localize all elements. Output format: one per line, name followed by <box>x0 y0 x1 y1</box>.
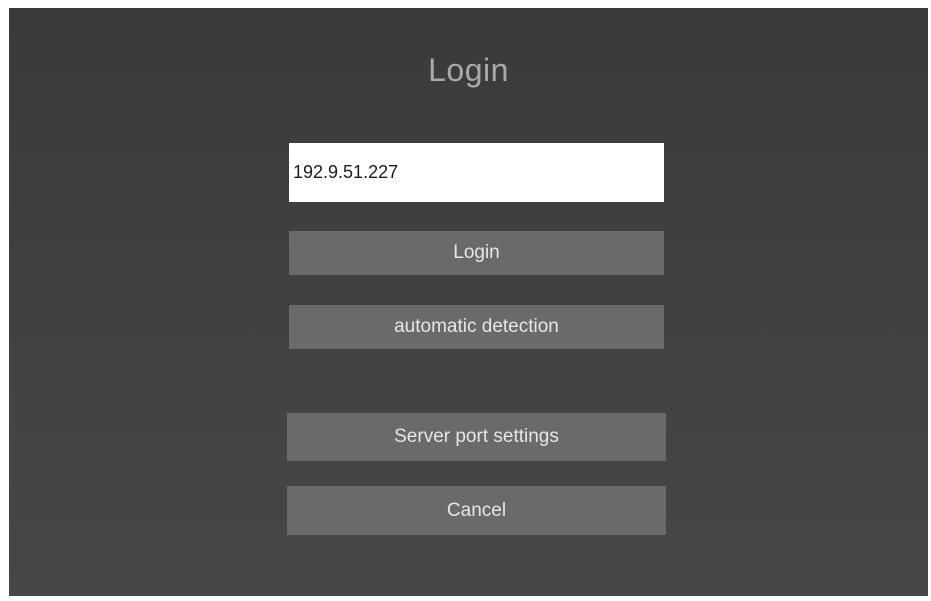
login-button[interactable]: Login <box>289 231 664 275</box>
server-ip-input[interactable] <box>289 143 664 202</box>
cancel-button[interactable]: Cancel <box>287 486 666 535</box>
server-port-settings-button[interactable]: Server port settings <box>287 413 666 461</box>
login-dialog: Login Login automatic detection Server p… <box>9 8 928 596</box>
dialog-title: Login <box>428 52 509 88</box>
automatic-detection-button[interactable]: automatic detection <box>289 305 664 349</box>
